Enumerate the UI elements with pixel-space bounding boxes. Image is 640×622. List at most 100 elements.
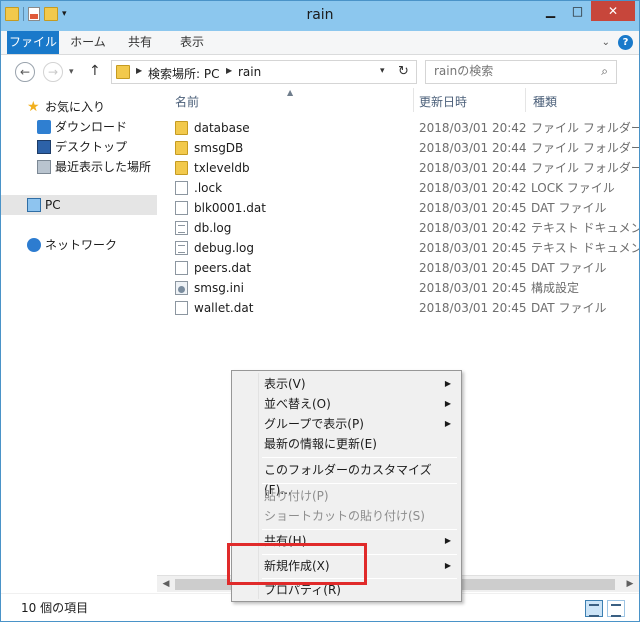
file-icon [175, 181, 188, 195]
folder-icon [175, 161, 188, 175]
nav-downloads[interactable]: ダウンロード [1, 117, 157, 137]
chevron-right-icon[interactable]: ▶ [136, 66, 142, 75]
file-row[interactable]: wallet.dat 2018/03/01 20:45 DAT ファイル [157, 298, 639, 318]
nav-desktop[interactable]: デスクトップ [1, 137, 157, 157]
menu-item-label: 表示(V) [264, 377, 306, 391]
title-bar[interactable]: ▾ rain ▁ □ ✕ [1, 1, 639, 31]
file-icon [175, 201, 188, 215]
recent-places-icon [37, 160, 51, 174]
menu-item-paste-shortcut[interactable]: ショートカットの貼り付け(S) [234, 506, 459, 526]
file-row[interactable]: txleveldb 2018/03/01 20:44 ファイル フォルダー [157, 158, 639, 178]
menu-item-label: グループで表示(P) [264, 417, 364, 431]
download-icon [37, 120, 51, 134]
chevron-right-icon[interactable]: ▶ [226, 66, 232, 75]
tab-view[interactable]: 表示 [169, 31, 215, 54]
back-button[interactable]: ← [15, 62, 35, 82]
nav-favorites-label: お気に入り [45, 100, 106, 114]
help-icon[interactable]: ? [618, 35, 633, 50]
menu-item-paste[interactable]: 貼り付け(P) [234, 486, 459, 506]
nav-network[interactable]: ネットワーク [1, 235, 157, 255]
search-box[interactable]: ⌕ [425, 60, 617, 84]
menu-separator [262, 529, 457, 530]
maximize-button[interactable]: □ [564, 1, 591, 21]
text-file-icon [175, 221, 188, 235]
breadcrumb-rain[interactable]: rain [238, 65, 261, 79]
file-row[interactable]: database 2018/03/01 20:42 ファイル フォルダー [157, 118, 639, 138]
ribbon-controls: ⌄ ? [602, 35, 633, 50]
column-header-type[interactable]: 種類 [533, 89, 557, 115]
menu-item-group-by[interactable]: グループで表示(P) ▶ [234, 414, 459, 434]
nav-recent-places-label: 最近表示した場所 [55, 160, 152, 174]
network-icon [27, 238, 41, 252]
submenu-arrow-icon: ▶ [444, 419, 451, 428]
file-name: txleveldb [194, 161, 250, 175]
search-input[interactable] [434, 64, 584, 78]
refresh-icon[interactable]: ↻ [398, 64, 409, 79]
menu-item-refresh[interactable]: 最新の情報に更新(E) [234, 434, 459, 454]
expand-ribbon-icon[interactable]: ⌄ [602, 37, 610, 48]
menu-item-customize-folder[interactable]: このフォルダーのカスタマイズ(F)... [234, 460, 459, 497]
tab-home[interactable]: ホーム [65, 31, 111, 54]
submenu-arrow-icon: ▶ [444, 536, 451, 545]
column-divider[interactable] [413, 88, 414, 112]
file-row[interactable]: .lock 2018/03/01 20:42 LOCK ファイル [157, 178, 639, 198]
up-button[interactable]: ↑ [89, 63, 101, 79]
file-row[interactable]: debug.log 2018/03/01 20:45 テキスト ドキュメント [157, 238, 639, 258]
file-date: 2018/03/01 20:45 [419, 281, 527, 295]
tab-share[interactable]: 共有 [117, 31, 163, 54]
recent-locations-icon[interactable]: ▾ [69, 67, 74, 77]
file-row[interactable]: db.log 2018/03/01 20:42 テキスト ドキュメント [157, 218, 639, 238]
menu-item-sort[interactable]: 並べ替え(O) ▶ [234, 394, 459, 414]
file-name: smsg.ini [194, 281, 244, 295]
close-button[interactable]: ✕ [591, 1, 635, 21]
address-bar[interactable]: ▶ 検索場所: PC ▶ rain ▾ ↻ [111, 60, 417, 84]
menu-separator [262, 457, 457, 458]
sort-ascending-icon: ▲ [287, 88, 294, 97]
search-icon[interactable]: ⌕ [601, 64, 608, 79]
file-name: .lock [194, 181, 223, 195]
submenu-arrow-icon: ▶ [444, 399, 451, 408]
scroll-left-icon[interactable]: ◀ [159, 578, 173, 591]
file-row[interactable]: smsg.ini 2018/03/01 20:45 構成設定 [157, 278, 639, 298]
file-date: 2018/03/01 20:45 [419, 241, 527, 255]
file-row[interactable]: blk0001.dat 2018/03/01 20:45 DAT ファイル [157, 198, 639, 218]
file-row[interactable]: peers.dat 2018/03/01 20:45 DAT ファイル [157, 258, 639, 278]
nav-recent-places[interactable]: 最近表示した場所 [1, 157, 157, 177]
file-type: ファイル フォルダー [531, 141, 639, 155]
file-name: peers.dat [194, 261, 252, 275]
column-header-date[interactable]: 更新日時 [419, 89, 467, 115]
chevron-down-icon[interactable]: ▾ [380, 66, 385, 76]
file-name: blk0001.dat [194, 201, 266, 215]
navigation-pane: ★ お気に入り ダウンロード デスクトップ 最近表示した場所 PC ネットワーク [1, 88, 157, 593]
nav-downloads-label: ダウンロード [55, 120, 128, 134]
large-icons-view-button[interactable] [607, 600, 625, 617]
item-count: 10 個の項目 [21, 601, 89, 615]
file-name: db.log [194, 221, 232, 235]
nav-pc[interactable]: PC [1, 195, 157, 215]
annotation-highlight-box [227, 543, 367, 585]
file-type: DAT ファイル [531, 261, 607, 275]
file-row[interactable]: smsgDB 2018/03/01 20:44 ファイル フォルダー [157, 138, 639, 158]
file-date: 2018/03/01 20:44 [419, 161, 527, 175]
minimize-button[interactable]: ▁ [537, 1, 564, 21]
file-type: ファイル フォルダー [531, 121, 639, 135]
menu-item-view[interactable]: 表示(V) ▶ [234, 374, 459, 394]
column-header-name[interactable]: 名前 [175, 89, 199, 115]
text-file-icon [175, 241, 188, 255]
menu-item-label: 貼り付け(P) [264, 489, 329, 503]
menu-item-label: 並べ替え(O) [264, 397, 331, 411]
file-type: LOCK ファイル [531, 181, 615, 195]
folder-icon [116, 65, 130, 79]
column-divider[interactable] [525, 88, 526, 112]
ribbon-tabs: ファイル ホーム 共有 表示 ⌄ ? [1, 31, 639, 55]
details-view-button[interactable] [585, 600, 603, 617]
nav-favorites[interactable]: ★ お気に入り [1, 97, 157, 117]
tab-file[interactable]: ファイル [7, 31, 59, 54]
forward-button[interactable]: → [43, 62, 63, 82]
menu-item-label: 最新の情報に更新(E) [264, 437, 377, 451]
breadcrumb-search-location[interactable]: 検索場所: PC [148, 65, 219, 82]
pc-icon [27, 198, 41, 212]
file-name: database [194, 121, 250, 135]
scroll-right-icon[interactable]: ▶ [623, 578, 637, 591]
file-date: 2018/03/01 20:45 [419, 261, 527, 275]
